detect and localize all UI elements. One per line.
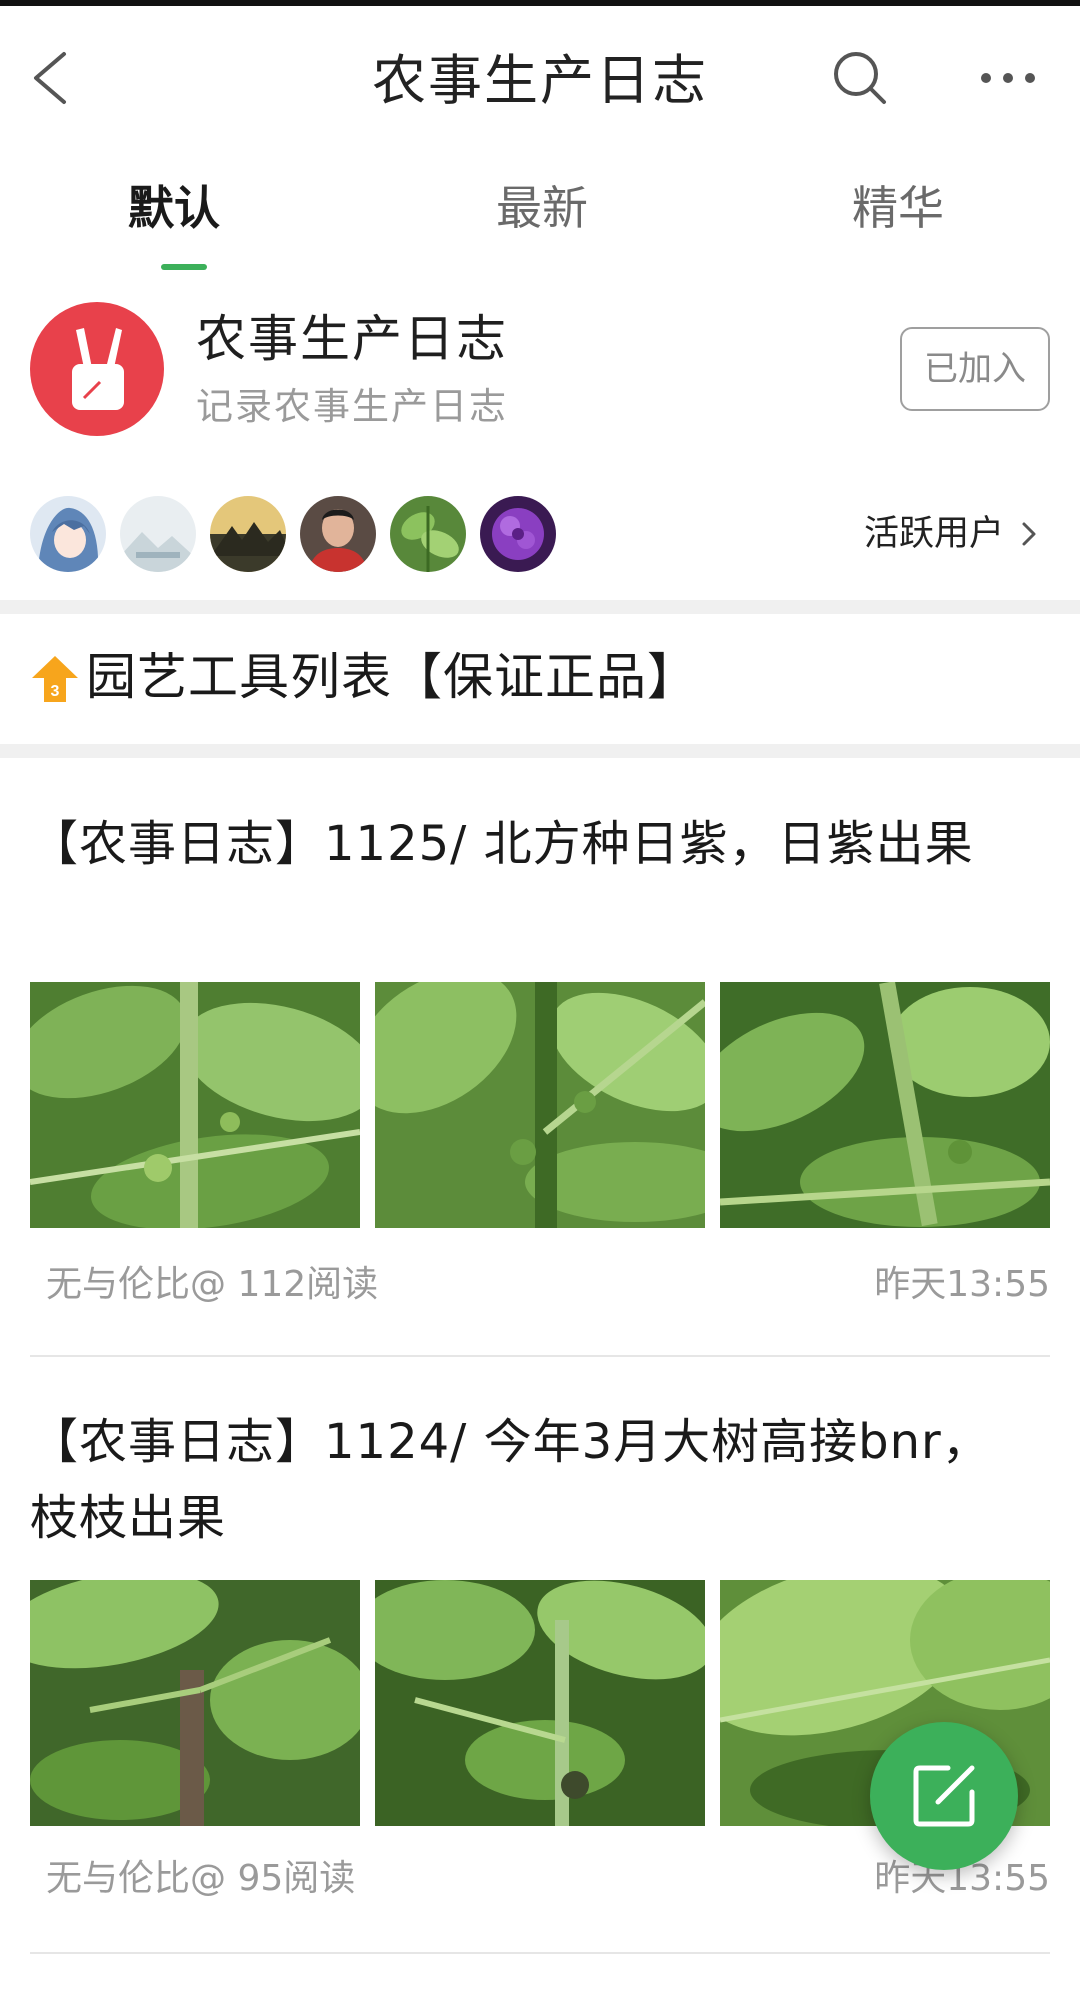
avatar[interactable]	[120, 496, 196, 572]
post-image[interactable]	[375, 982, 705, 1228]
grafted-branch-photo	[30, 1580, 360, 1826]
person-photo-avatar-icon	[300, 496, 376, 572]
leaf-avatar-icon	[390, 496, 466, 572]
chevron-right-icon	[1022, 522, 1036, 546]
rabbit-logo-icon	[72, 328, 124, 410]
pinned-post[interactable]: 3 园艺工具列表【保证正品】	[0, 614, 1080, 744]
tab-default[interactable]: 默认	[128, 178, 220, 238]
search-icon	[834, 52, 886, 104]
landscape-avatar-icon	[120, 496, 196, 572]
post-image-row	[30, 982, 1050, 1228]
fig-branch-photo	[375, 982, 705, 1228]
avatar[interactable]	[300, 496, 376, 572]
pinned-title: 园艺工具列表【保证正品】	[86, 648, 698, 706]
active-tab-indicator	[161, 264, 207, 270]
more-horizontal-icon	[981, 73, 1035, 83]
post-image[interactable]	[375, 1580, 705, 1826]
section-separator	[0, 600, 1080, 614]
fig-fruit-photo	[720, 982, 1050, 1228]
active-users-label: 活跃用户	[863, 514, 1004, 554]
anime-girl-avatar-icon	[30, 496, 106, 572]
sunset-avatar-icon	[210, 496, 286, 572]
purple-flower-avatar-icon	[480, 496, 556, 572]
top-pin-icon: 3	[32, 656, 78, 702]
joined-button[interactable]: 已加入	[900, 327, 1050, 411]
fig-leaves-photo	[30, 982, 360, 1228]
member-avatars-row: 活跃用户	[0, 480, 1080, 590]
avatar[interactable]	[30, 496, 106, 572]
post-title: 【农事日志】1125/ 北方种日紫，日紫出果	[30, 816, 974, 872]
post-image[interactable]	[30, 982, 360, 1228]
page-title: 农事生产日志	[372, 49, 708, 112]
group-header: 农事生产日志 记录农事生产日志 已加入	[0, 280, 1080, 450]
post-title: 【农事日志】1124/ 今年3月大树高接bnr，枝枝出果	[30, 1414, 991, 1546]
post-image[interactable]	[720, 982, 1050, 1228]
avatar[interactable]	[480, 496, 556, 572]
post-card[interactable]: 【农事日志】1124/ 今年3月大树高接bnr，枝枝出果 无与伦比@ 95阅读 …	[0, 1404, 1080, 1964]
avatar[interactable]	[390, 496, 466, 572]
group-avatar[interactable]	[30, 302, 164, 436]
search-button[interactable]	[828, 46, 892, 110]
post-time: 昨天13:55	[874, 1264, 1050, 1305]
avatar[interactable]	[210, 496, 286, 572]
pin-badge-number: 3	[51, 683, 60, 700]
post-author-reads: 无与伦比@ 95阅读	[46, 1858, 356, 1899]
edit-icon	[913, 1765, 975, 1827]
tab-latest[interactable]: 最新	[496, 178, 588, 238]
post-divider	[30, 1355, 1050, 1357]
group-name: 农事生产日志	[196, 310, 508, 368]
fig-shoots-photo	[375, 1580, 705, 1826]
post-author-reads: 无与伦比@ 112阅读	[46, 1264, 379, 1305]
more-button[interactable]	[976, 46, 1040, 110]
tab-bar: 默认 最新 精华	[0, 150, 1080, 270]
section-separator	[0, 744, 1080, 758]
post-card[interactable]: 【农事日志】1125/ 北方种日紫，日紫出果 无与伦比@ 112阅读 昨天13:…	[0, 806, 1080, 1361]
post-divider	[30, 1952, 1050, 1954]
tab-featured[interactable]: 精华	[852, 178, 944, 238]
top-navigation-bar: 农事生产日志	[0, 6, 1080, 150]
active-users-link[interactable]: 活跃用户	[864, 508, 1040, 560]
new-post-button[interactable]	[870, 1722, 1018, 1870]
post-image[interactable]	[30, 1580, 360, 1826]
group-description: 记录农事生产日志	[196, 385, 508, 428]
